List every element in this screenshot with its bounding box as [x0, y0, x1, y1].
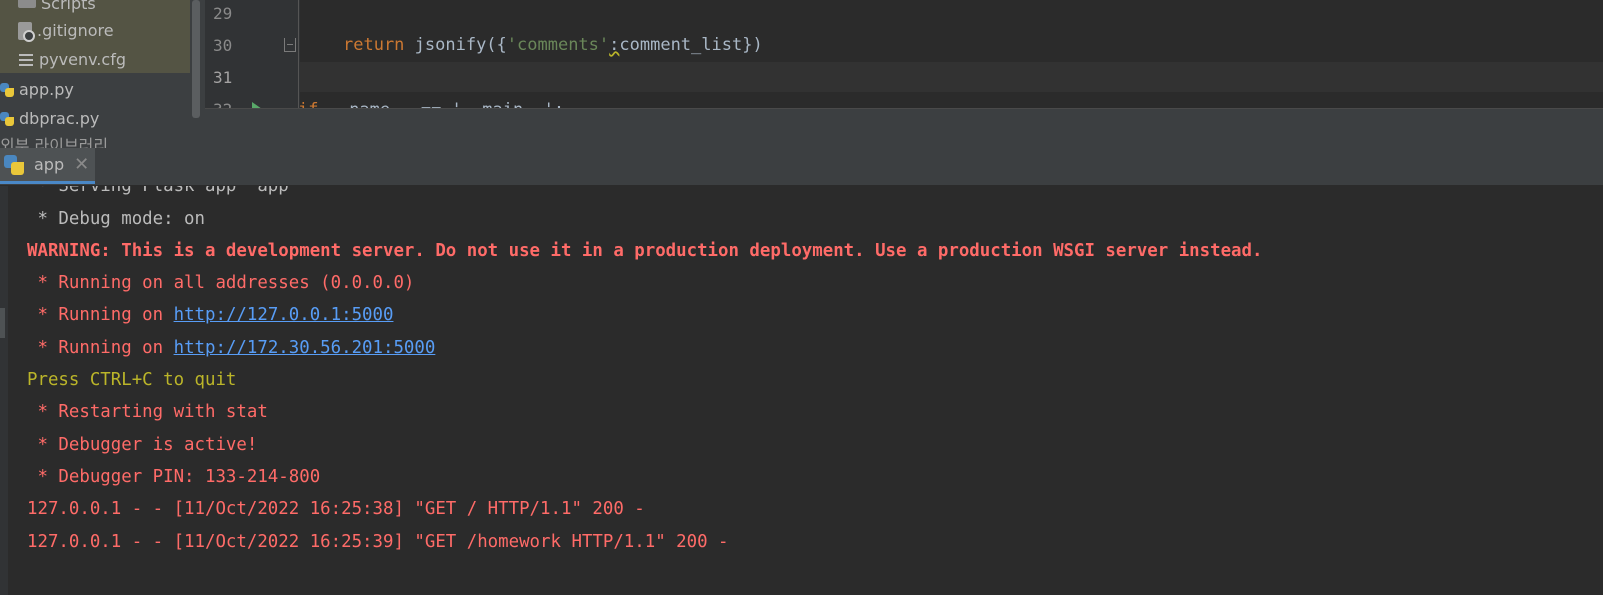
- console-line: * Running on all addresses (0.0.0.0): [27, 273, 415, 293]
- console-line: * Running on http://127.0.0.1:5000: [27, 299, 393, 331]
- console-line: * Serving Flask app 'app': [27, 186, 300, 196]
- tree-item-label: dbprac.py: [19, 109, 100, 128]
- code-colon: :: [609, 35, 620, 55]
- tree-item-app-py[interactable]: app.py: [0, 76, 74, 104]
- console-link-network[interactable]: http://172.30.56.201:5000: [174, 338, 436, 358]
- console-line: 127.0.0.1 - - [11/Oct/2022 16:25:38] "GE…: [27, 499, 645, 519]
- code-text: comment_list}): [619, 35, 763, 55]
- tree-item-pyvenv-cfg[interactable]: pyvenv.cfg: [18, 46, 126, 74]
- line-number: 29: [213, 4, 233, 23]
- close-icon[interactable]: ✕: [74, 154, 89, 175]
- code-string: 'comments': [506, 35, 610, 55]
- console-line: Press CTRL+C to quit: [27, 370, 237, 390]
- python-file-icon: [0, 112, 14, 126]
- tree-item-scripts[interactable]: Scripts: [18, 0, 96, 18]
- config-file-icon: [18, 52, 34, 68]
- console-link-localhost[interactable]: http://127.0.0.1:5000: [174, 305, 394, 325]
- console-line: * Running on http://172.30.56.201:5000: [27, 332, 435, 364]
- tree-item-external-libraries[interactable]: 외부 라이브러리: [0, 132, 108, 148]
- line-number: 30: [213, 36, 233, 55]
- console-line: 127.0.0.1 - - [11/Oct/2022 16:25:39] "GE…: [27, 532, 729, 552]
- console-text: * Running on: [27, 305, 174, 325]
- tree-item-label: app.py: [19, 80, 74, 99]
- current-line-highlight: [300, 62, 1603, 92]
- tree-item-label: .gitignore: [37, 21, 114, 40]
- code-keyword: return: [343, 35, 405, 55]
- ignored-file-icon: [18, 22, 35, 42]
- tree-item-label: Scripts: [41, 0, 96, 13]
- editor-console-divider[interactable]: [205, 108, 1603, 148]
- console-line: * Debugger PIN: 133-214-800: [27, 467, 321, 487]
- python-file-icon: [0, 83, 14, 97]
- line-number: 31: [213, 68, 233, 87]
- console-line: * Restarting with stat: [27, 402, 268, 422]
- console-line: * Debugger is active!: [27, 435, 258, 455]
- gutter-separator: [298, 0, 299, 110]
- run-console[interactable]: * Serving Flask app 'app' * Debug mode: …: [0, 186, 1603, 595]
- console-line: * Debug mode: on: [27, 209, 205, 229]
- folder-icon: [18, 0, 36, 8]
- tab-label: app: [34, 155, 65, 174]
- tree-item-gitignore[interactable]: .gitignore: [18, 17, 114, 45]
- fold-icon[interactable]: [284, 38, 296, 52]
- project-tree-panel: Scripts .gitignore pyvenv.cfg app.py dbp…: [0, 0, 205, 148]
- console-side-strip: [0, 186, 8, 595]
- run-tab-bar: app ✕: [0, 148, 1603, 186]
- console-text: * Running on: [27, 338, 174, 358]
- tree-item-label: 외부 라이브러리: [0, 136, 109, 148]
- tree-item-label: pyvenv.cfg: [39, 50, 126, 69]
- console-warning-line: WARNING: This is a development server. D…: [27, 241, 1263, 261]
- console-side-marker: [0, 308, 5, 338]
- run-tab-app[interactable]: app ✕: [0, 148, 95, 184]
- project-tree-scrollbar[interactable]: [192, 0, 200, 118]
- code-line-30[interactable]: return jsonify({'comments':comment_list}…: [343, 29, 763, 61]
- top-area: Scripts .gitignore pyvenv.cfg app.py dbp…: [0, 0, 1603, 148]
- code-text: jsonify({: [404, 35, 507, 55]
- python-icon: [4, 154, 24, 175]
- tree-item-dbprac-py[interactable]: dbprac.py: [0, 105, 99, 133]
